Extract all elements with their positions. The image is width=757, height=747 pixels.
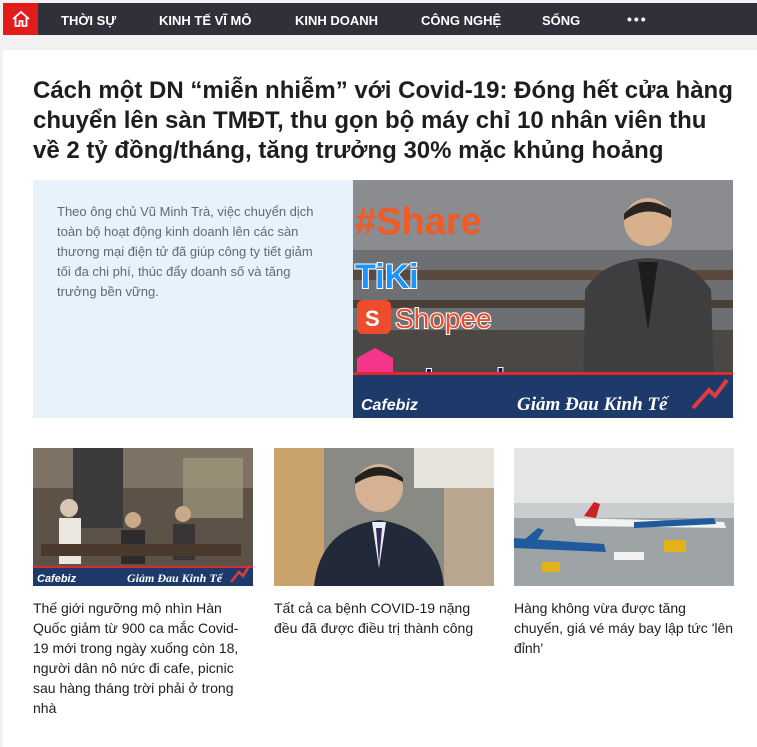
card-2-image (274, 448, 494, 586)
top-navigation: THỜI SỰ KINH TẾ VĨ MÔ KINH DOANH CÔNG NG… (3, 3, 757, 35)
card-2-title[interactable]: Tất cả ca bệnh COVID-19 nặng đều đã được… (274, 598, 494, 638)
card-1-thumbnail[interactable]: Cafebiz Giảm Đau Kinh Tế (33, 448, 253, 586)
card-3-image (514, 448, 734, 586)
card-1-brand: Cafebiz (37, 573, 77, 585)
nav-item-song[interactable]: SỐNG (542, 13, 580, 28)
card-3-thumbnail[interactable] (514, 448, 734, 586)
card-1-banner: Giảm Đau Kinh Tế (127, 571, 224, 585)
card-1-title[interactable]: Thế giới ngưỡng mộ nhìn Hàn Quốc giảm từ… (33, 598, 253, 718)
tiki-logo-text: TiKi (355, 258, 419, 296)
hashtag-text: #Share (355, 201, 482, 243)
home-icon (11, 10, 30, 27)
svg-text:S: S (365, 306, 380, 331)
featured-image-graphic: #Share TiKi S Shopee Lazada Cafebiz Giảm… (353, 180, 733, 418)
card-1-image: Cafebiz Giảm Đau Kinh Tế (33, 448, 253, 586)
main-content: Cách một DN “miễn nhiễm” với Covid-19: Đ… (3, 50, 757, 747)
nav-item-cong-nghe[interactable]: CÔNG NGHỆ (421, 13, 501, 28)
featured-article: Theo ông chủ Vũ Minh Trà, việc chuyển dị… (33, 180, 733, 418)
news-card-1[interactable]: Cafebiz Giảm Đau Kinh Tế Thế giới ngưỡng… (33, 448, 253, 718)
cafebiz-brand-text: Cafebiz (361, 397, 418, 414)
nav-item-kinh-te-vi-mo[interactable]: KINH TẾ VĨ MÔ (159, 13, 251, 28)
home-button[interactable] (3, 3, 38, 35)
banner-text: Giảm Đau Kinh Tế (517, 394, 670, 415)
nav-item-kinh-doanh[interactable]: KINH DOANH (295, 13, 378, 28)
card-3-title[interactable]: Hàng không vừa được tăng chuyến, giá vé … (514, 598, 734, 658)
card-2-thumbnail[interactable] (274, 448, 494, 586)
featured-sapo: Theo ông chủ Vũ Minh Trà, việc chuyển dị… (57, 204, 314, 299)
featured-image[interactable]: #Share TiKi S Shopee Lazada Cafebiz Giảm… (353, 180, 733, 418)
news-card-3[interactable]: Hàng không vừa được tăng chuyến, giá vé … (514, 448, 734, 658)
shopee-logo-text: Shopee (395, 303, 492, 334)
news-card-2[interactable]: Tất cả ca bệnh COVID-19 nặng đều đã được… (274, 448, 494, 638)
more-menu-icon[interactable]: ••• (627, 11, 648, 27)
nav-item-thoi-su[interactable]: THỜI SỰ (61, 13, 116, 28)
featured-headline[interactable]: Cách một DN “miễn nhiễm” với Covid-19: Đ… (33, 76, 733, 166)
